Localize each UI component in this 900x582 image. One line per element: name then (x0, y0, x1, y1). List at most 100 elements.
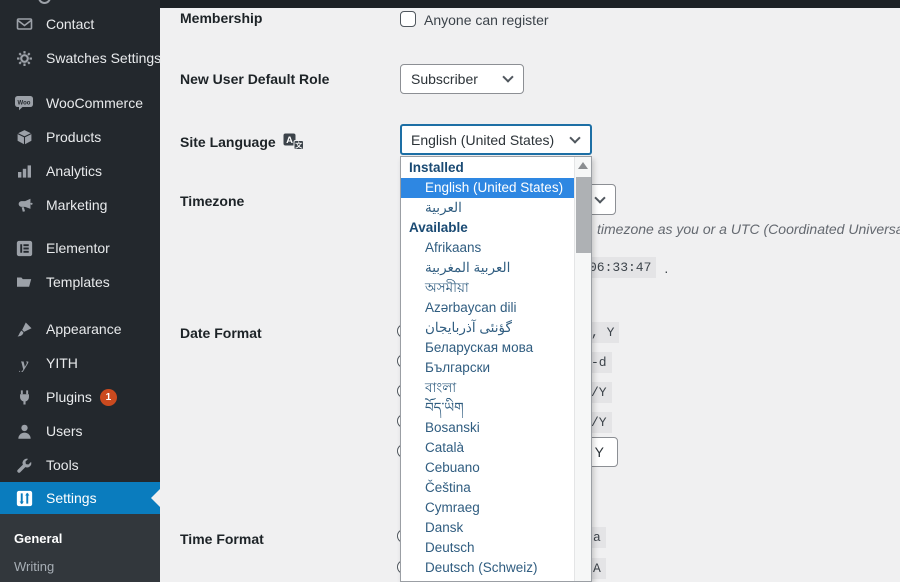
paintbrush-icon (12, 320, 36, 338)
products-box-icon (12, 128, 36, 146)
listbox-scrollbar[interactable] (574, 157, 591, 581)
sidebar-item-label: Plugins (46, 389, 92, 405)
submenu-item-writing[interactable]: Writing (0, 552, 160, 580)
sidebar-item-settings[interactable]: Settings (0, 482, 160, 514)
update-count-badge: 1 (100, 389, 117, 406)
language-option[interactable]: العربية المغربية (401, 258, 574, 278)
sidebar-item-templates[interactable]: Templates (0, 265, 160, 299)
scroll-up-arrow-icon[interactable] (578, 162, 588, 169)
membership-label: Membership (180, 10, 262, 26)
sidebar-item-label: Appearance (46, 321, 122, 337)
date-format-custom-value: Y (595, 444, 604, 460)
sliders-icon (12, 489, 36, 507)
language-option[interactable]: བོད་ཡིག (401, 398, 574, 418)
sidebar-item-elementor[interactable]: Elementor (0, 231, 160, 265)
sidebar-item-analytics[interactable]: Analytics (0, 154, 160, 188)
cutoff-menu-icon (38, 0, 51, 4)
language-options: InstalledEnglish (United States)العربيةA… (401, 158, 574, 578)
folder-icon (12, 273, 36, 291)
language-option[interactable]: Azərbaycan dili (401, 298, 574, 318)
anyone-can-register-checkbox[interactable] (400, 11, 416, 27)
language-option[interactable]: گؤنئی آذربایجان (401, 318, 574, 338)
scrollbar-thumb[interactable] (576, 177, 591, 253)
sidebar-item-appearance[interactable]: Appearance (0, 312, 160, 346)
language-option[interactable]: Afrikaans (401, 238, 574, 258)
chevron-down-icon (502, 71, 513, 82)
gear-icon (12, 49, 36, 67)
language-group-header: Installed (401, 158, 574, 178)
bar-chart-icon (12, 162, 36, 180)
sidebar-item-products[interactable]: Products (0, 120, 160, 154)
default-role-value: Subscriber (411, 71, 478, 87)
sidebar-item-label: Settings (46, 490, 97, 506)
sidebar-item-label: Swatches Settings (46, 50, 161, 66)
megaphone-icon (12, 196, 36, 214)
date-format-label: Date Format (180, 325, 262, 341)
sidebar-item-label: Elementor (46, 240, 110, 256)
site-language-select[interactable]: English (United States) (400, 124, 592, 155)
sidebar-item-contact[interactable]: Contact (0, 7, 160, 41)
sidebar-item-users[interactable]: Users (0, 414, 160, 448)
sidebar-item-plugins[interactable]: Plugins 1 (0, 380, 160, 414)
sidebar-item-label: Marketing (46, 197, 107, 213)
timezone-label: Timezone (180, 193, 244, 209)
language-option[interactable]: Català (401, 438, 574, 458)
language-option[interactable]: Cebuano (401, 458, 574, 478)
language-option[interactable]: Deutsch (Schweiz) (401, 558, 574, 578)
chevron-down-icon (569, 132, 580, 143)
chevron-down-icon (594, 192, 605, 203)
default-role-label: New User Default Role (180, 71, 329, 87)
plug-icon (12, 388, 36, 406)
utc-time-code: 06:33:47 (584, 257, 656, 278)
site-language-label-row: Site Language A 文 (180, 133, 304, 150)
user-icon (12, 422, 36, 440)
sidebar-item-marketing[interactable]: Marketing (0, 188, 160, 222)
sidebar-item-label: Users (46, 423, 83, 439)
utc-time-after: . (664, 260, 668, 276)
language-option[interactable]: Bosanski (401, 418, 574, 438)
sidebar-item-woocommerce[interactable]: Woo WooCommerce (0, 86, 160, 120)
default-role-select[interactable]: Subscriber (400, 64, 524, 94)
svg-text:A: A (286, 135, 293, 146)
time-format-label: Time Format (180, 531, 264, 547)
language-option[interactable]: Български (401, 358, 574, 378)
yith-icon: y (12, 354, 36, 372)
envelope-icon (12, 15, 36, 33)
site-language-listbox: InstalledEnglish (United States)العربيةA… (400, 156, 592, 582)
submenu-item-general[interactable]: General (0, 524, 160, 552)
sidebar-item-label: Contact (46, 16, 94, 32)
sidebar-item-label: Templates (46, 274, 110, 290)
language-option[interactable]: English (United States) (401, 178, 574, 198)
language-option[interactable]: Cymraeg (401, 498, 574, 518)
elementor-icon (12, 239, 36, 257)
timezone-description: timezone as you or a UTC (Coordinated Un… (597, 221, 900, 237)
site-language-value: English (United States) (411, 132, 554, 148)
svg-text:文: 文 (295, 141, 303, 150)
language-option[interactable]: العربية (401, 198, 574, 218)
sidebar-item-label: Products (46, 129, 101, 145)
svg-text:y: y (18, 355, 28, 372)
sidebar-item-tools[interactable]: Tools (0, 448, 160, 482)
site-language-label: Site Language (180, 134, 276, 150)
language-option[interactable]: বাংলা (401, 378, 574, 398)
sidebar-item-label: Analytics (46, 163, 102, 179)
sidebar-item-label: Tools (46, 457, 79, 473)
svg-text:Woo: Woo (18, 100, 31, 106)
language-group-header: Available (401, 218, 574, 238)
language-option[interactable]: Deutsch (401, 538, 574, 558)
sidebar-item-label: YITH (46, 355, 78, 371)
language-option[interactable]: Dansk (401, 518, 574, 538)
woocommerce-icon: Woo (12, 94, 36, 112)
language-option[interactable]: Čeština (401, 478, 574, 498)
sidebar-item-yith[interactable]: y YITH (0, 346, 160, 380)
admin-sidebar: Contact Swatches Settings Woo WooCommerce Pr… (0, 0, 160, 582)
sidebar-item-label: WooCommerce (46, 95, 143, 111)
language-option[interactable]: Беларуская мова (401, 338, 574, 358)
anyone-can-register-label: Anyone can register (424, 12, 549, 28)
translation-icon: A 文 (283, 133, 304, 150)
settings-submenu: GeneralWriting (0, 514, 160, 582)
wrench-icon (12, 456, 36, 474)
sidebar-item-swatches-settings[interactable]: Swatches Settings (0, 41, 160, 75)
language-option[interactable]: অসমীয়া (401, 278, 574, 298)
utc-time-line: 06:33:47 . (584, 257, 668, 278)
